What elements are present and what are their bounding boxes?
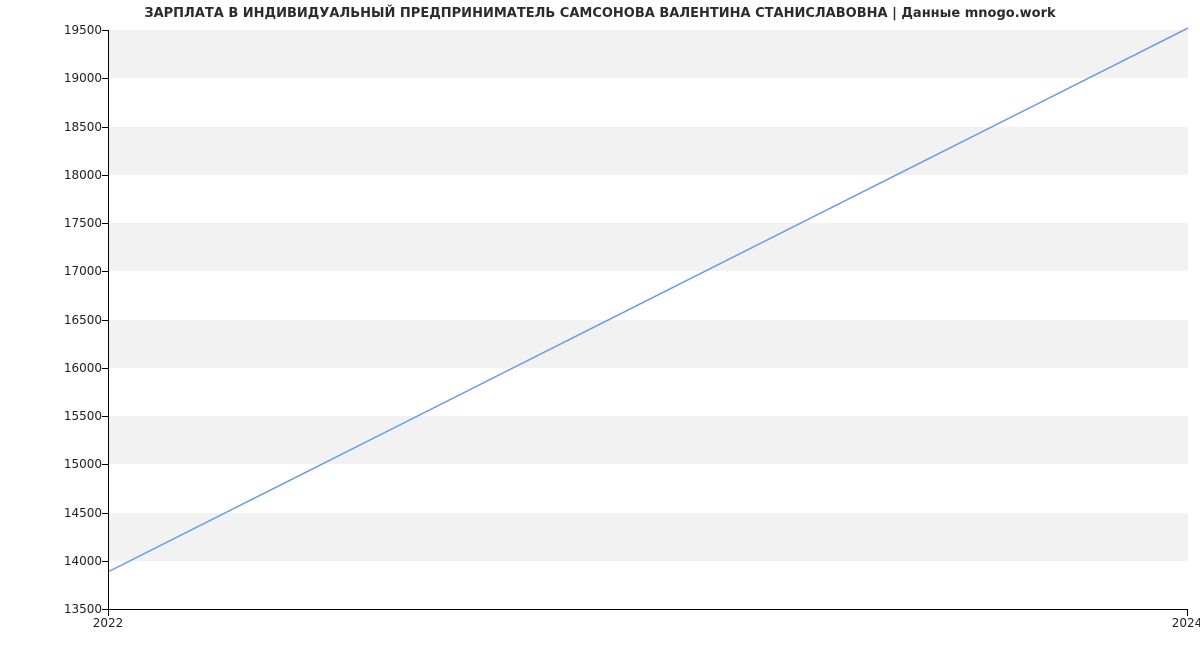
y-tick-label: 15000	[22, 457, 102, 471]
chart-title: ЗАРПЛАТА В ИНДИВИДУАЛЬНЫЙ ПРЕДПРИНИМАТЕЛ…	[0, 6, 1200, 21]
y-tick-label: 16500	[22, 313, 102, 327]
y-tick-label: 17000	[22, 264, 102, 278]
y-tick-label: 14500	[22, 506, 102, 520]
y-tick-label: 19000	[22, 71, 102, 85]
y-tick-mark	[102, 271, 108, 272]
y-tick-mark	[102, 223, 108, 224]
y-tick-label: 18500	[22, 120, 102, 134]
y-tick-label: 15500	[22, 409, 102, 423]
y-tick-mark	[102, 78, 108, 79]
y-tick-mark	[102, 513, 108, 514]
x-tick-mark	[108, 610, 109, 616]
y-tick-mark	[102, 175, 108, 176]
y-tick-label: 18000	[22, 168, 102, 182]
y-tick-mark	[102, 368, 108, 369]
y-tick-mark	[102, 464, 108, 465]
y-tick-label: 13500	[22, 602, 102, 616]
y-tick-mark	[102, 561, 108, 562]
x-tick-mark	[1187, 610, 1188, 616]
salary-line-chart: ЗАРПЛАТА В ИНДИВИДУАЛЬНЫЙ ПРЕДПРИНИМАТЕЛ…	[0, 0, 1200, 650]
y-tick-mark	[102, 30, 108, 31]
x-tick-label: 2024	[1172, 616, 1200, 630]
y-tick-label: 17500	[22, 216, 102, 230]
line-series	[109, 30, 1188, 609]
y-tick-label: 16000	[22, 361, 102, 375]
y-tick-mark	[102, 320, 108, 321]
plot-area	[108, 30, 1188, 610]
y-tick-label: 19500	[22, 23, 102, 37]
y-tick-mark	[102, 127, 108, 128]
x-tick-label: 2022	[93, 616, 124, 630]
series-line	[109, 28, 1188, 571]
y-tick-label: 14000	[22, 554, 102, 568]
y-tick-mark	[102, 416, 108, 417]
